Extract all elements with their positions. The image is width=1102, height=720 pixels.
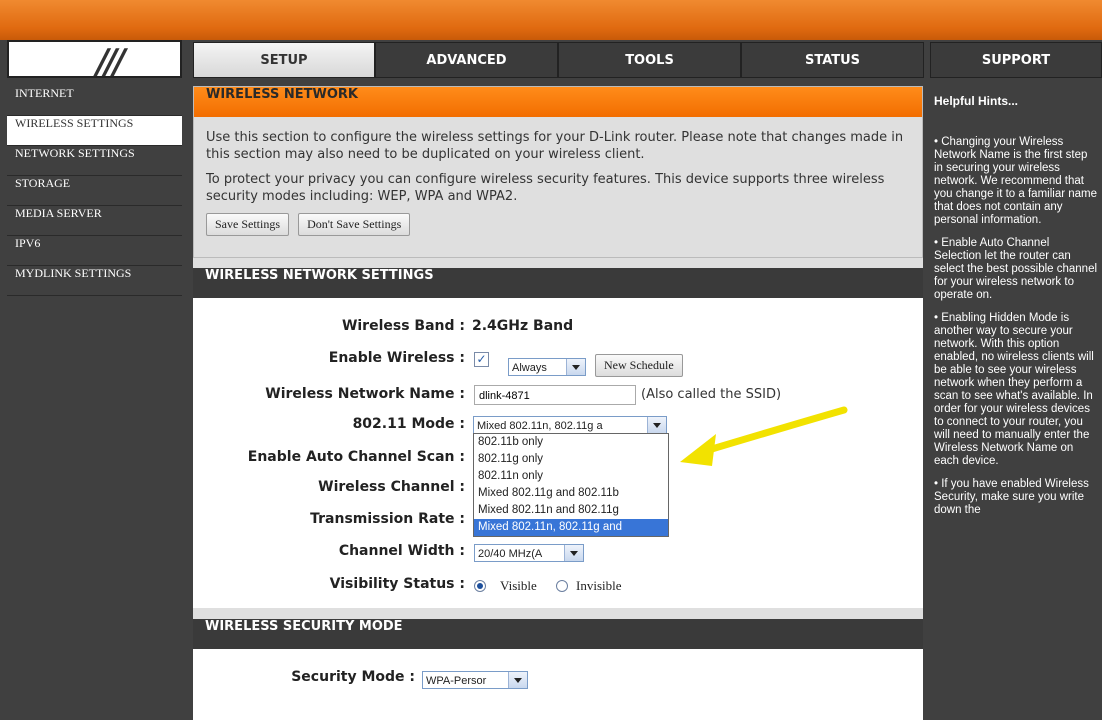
chevron-down-icon	[508, 672, 527, 688]
sidebar-item-media-server[interactable]: MEDIA SERVER	[7, 206, 182, 236]
wireless-band-value: 2.4GHz Band	[472, 318, 574, 334]
visible-label: Visible	[500, 578, 537, 593]
tab-setup[interactable]: SETUP	[193, 42, 375, 78]
transmission-rate-label: Transmission Rate :	[310, 511, 465, 527]
help-tip: • If you have enabled Wireless Security,…	[934, 478, 1089, 516]
tab-support[interactable]: SUPPORT	[930, 42, 1102, 78]
chevron-down-icon	[564, 545, 583, 561]
mode-option[interactable]: 802.11n only	[474, 468, 668, 485]
mode-option-selected[interactable]: Mixed 802.11n, 802.11g and	[474, 519, 668, 536]
help-tip: • Enable Auto Channel Selection let the …	[934, 237, 1098, 301]
sidebar-item-storage[interactable]: STORAGE	[7, 176, 182, 206]
top-banner	[0, 0, 1102, 40]
tab-status[interactable]: STATUS	[741, 42, 924, 78]
sidebar: INTERNET WIRELESS SETTINGS NETWORK SETTI…	[7, 86, 182, 720]
help-panel: Helpful Hints... • Changing your Wireles…	[930, 86, 1102, 720]
visible-radio[interactable]	[474, 580, 486, 592]
logo-box	[7, 40, 182, 78]
sidebar-item-wireless-settings[interactable]: WIRELESS SETTINGS	[7, 116, 182, 146]
arrow-annotation-icon	[680, 406, 848, 466]
sidebar-item-network-settings[interactable]: NETWORK SETTINGS	[7, 146, 182, 176]
network-name-label: Wireless Network Name :	[265, 386, 465, 402]
mode-option[interactable]: Mixed 802.11g and 802.11b	[474, 485, 668, 502]
tab-tools[interactable]: TOOLS	[558, 42, 741, 78]
visibility-label: Visibility Status :	[329, 576, 465, 592]
save-settings-button[interactable]: Save Settings	[206, 213, 289, 236]
wireless-channel-label: Wireless Channel :	[318, 479, 465, 495]
security-mode-label: Security Mode :	[291, 669, 415, 685]
sidebar-item-mydlink-settings[interactable]: MYDLINK SETTINGS	[7, 266, 182, 296]
help-title: Helpful Hints...	[934, 94, 1018, 108]
new-schedule-button[interactable]: New Schedule	[595, 354, 683, 377]
wireless-band-label: Wireless Band :	[341, 318, 465, 334]
security-mode-select[interactable]: WPA-Persor	[422, 671, 528, 689]
privacy-paragraph: To protect your privacy you can configur…	[206, 172, 885, 204]
security-title: WIRELESS SECURITY MODE	[193, 619, 923, 649]
logo-slash-mark: ///	[96, 42, 125, 82]
mode-option[interactable]: Mixed 802.11n and 802.11g	[474, 502, 668, 519]
mode-dropdown-list: 802.11b only 802.11g only 802.11n only M…	[473, 433, 669, 537]
chevron-down-icon	[647, 417, 666, 433]
network-name-input[interactable]: dlink-4871	[474, 385, 636, 405]
intro-paragraph: Use this section to configure the wirele…	[206, 130, 904, 162]
invisible-label: Invisible	[576, 578, 622, 593]
wireless-settings-title: WIRELESS NETWORK SETTINGS	[193, 268, 923, 298]
dont-save-settings-button[interactable]: Don't Save Settings	[298, 213, 411, 236]
sidebar-item-ipv6[interactable]: IPV6	[7, 236, 182, 266]
chevron-down-icon	[566, 359, 585, 375]
mode-label: 802.11 Mode :	[352, 416, 465, 432]
channel-width-select[interactable]: 20/40 MHz(A	[474, 544, 584, 562]
wireless-network-title: WIRELESS NETWORK	[194, 87, 922, 117]
auto-channel-label: Enable Auto Channel Scan :	[247, 449, 465, 465]
tab-advanced[interactable]: ADVANCED	[375, 42, 558, 78]
invisible-radio[interactable]	[556, 580, 568, 592]
mode-option[interactable]: 802.11b only	[474, 434, 668, 451]
schedule-select[interactable]: Always	[508, 358, 586, 376]
mode-select[interactable]: Mixed 802.11n, 802.11g a	[473, 416, 667, 434]
wireless-network-panel: WIRELESS NETWORK Use this section to con…	[193, 86, 923, 258]
sidebar-item-internet[interactable]: INTERNET	[7, 86, 182, 116]
help-tip: • Changing your Wireless Network Name is…	[934, 136, 1098, 226]
enable-wireless-label: Enable Wireless :	[328, 350, 465, 366]
help-tip: • Enabling Hidden Mode is another way to…	[934, 312, 1094, 467]
channel-width-label: Channel Width :	[338, 543, 465, 559]
mode-option[interactable]: 802.11g only	[474, 451, 668, 468]
enable-wireless-checkbox[interactable]: ✓	[474, 352, 489, 367]
